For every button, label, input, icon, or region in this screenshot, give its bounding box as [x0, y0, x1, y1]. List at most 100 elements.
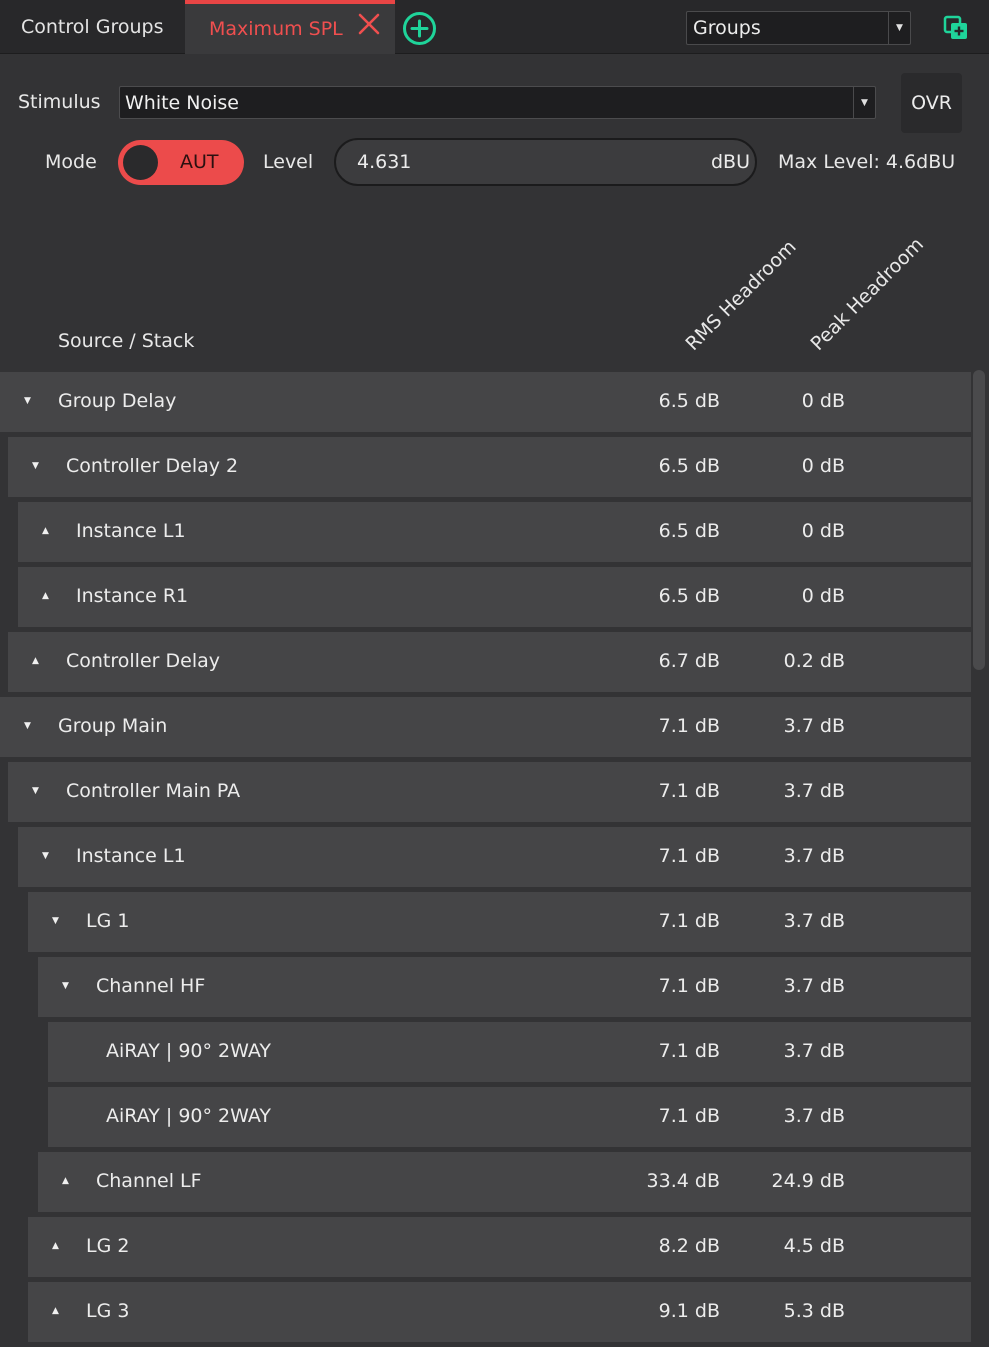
- rms-headroom-value: 7.1 dB: [658, 975, 720, 997]
- rms-headroom-value: 7.1 dB: [658, 715, 720, 737]
- chevron-down-icon: ▼: [853, 87, 875, 118]
- mode-toggle[interactable]: AUT: [118, 140, 244, 185]
- row-name: LG 1: [86, 910, 130, 932]
- ovr-button[interactable]: OVR: [901, 73, 962, 133]
- peak-headroom-value: 3.7 dB: [783, 975, 845, 997]
- collapse-arrow-icon[interactable]: ▼: [32, 461, 39, 471]
- rms-headroom-value: 33.4 dB: [646, 1170, 720, 1192]
- peak-headroom-value: 0 dB: [801, 390, 845, 412]
- rms-headroom-value: 6.5 dB: [658, 520, 720, 542]
- peak-headroom-value: 3.7 dB: [783, 780, 845, 802]
- tab-control-groups[interactable]: Control Groups: [0, 0, 185, 54]
- expand-arrow-icon[interactable]: ▲: [32, 656, 39, 666]
- row-name: Instance L1: [76, 845, 186, 867]
- tree-row[interactable]: ▲ LG 2 8.2 dB 4.5 dB: [28, 1217, 971, 1277]
- rms-headroom-value: 6.5 dB: [658, 585, 720, 607]
- rms-headroom-value: 6.5 dB: [658, 455, 720, 477]
- expand-arrow-icon[interactable]: ▲: [52, 1241, 59, 1251]
- tree-row[interactable]: ▼ Controller Delay 2 6.5 dB 0 dB: [8, 437, 971, 497]
- peak-headroom-value: 0 dB: [801, 520, 845, 542]
- expand-arrow-icon[interactable]: ▲: [42, 591, 49, 601]
- max-level-readout: Max Level: 4.6dBU: [778, 151, 956, 173]
- expand-arrow-icon[interactable]: ▲: [62, 1176, 69, 1186]
- tree-row[interactable]: ▲ Channel LF 33.4 dB 24.9 dB: [38, 1152, 971, 1212]
- row-name: Group Delay: [58, 390, 177, 412]
- peak-headroom-value: 5.3 dB: [783, 1300, 845, 1322]
- view-select-value: Groups: [693, 17, 761, 39]
- row-name: Controller Delay 2: [66, 455, 239, 477]
- collapse-arrow-icon[interactable]: ▼: [24, 396, 31, 406]
- tree-row[interactable]: ▲ Instance L1 6.5 dB 0 dB: [18, 502, 971, 562]
- row-name: LG 3: [86, 1300, 130, 1322]
- stimulus-select[interactable]: White Noise ▼: [119, 86, 876, 119]
- collapse-arrow-icon[interactable]: ▼: [32, 786, 39, 796]
- peak-headroom-value: 0 dB: [801, 585, 845, 607]
- rms-headroom-value: 6.5 dB: [658, 390, 720, 412]
- tree-row[interactable]: ▼ Group Main 7.1 dB 3.7 dB: [0, 697, 971, 757]
- collapse-arrow-icon[interactable]: ▼: [42, 851, 49, 861]
- level-label: Level: [263, 151, 314, 173]
- collapse-arrow-icon[interactable]: ▼: [24, 721, 31, 731]
- source-stack-header: Source / Stack: [58, 330, 195, 352]
- peak-headroom-value: 3.7 dB: [783, 910, 845, 932]
- collapse-arrow-icon[interactable]: ▼: [62, 981, 69, 991]
- close-icon[interactable]: [357, 12, 381, 36]
- tab-bar: Control Groups Maximum SPL Groups ▼: [0, 0, 989, 54]
- tree-row[interactable]: ▼ Channel HF 7.1 dB 3.7 dB: [38, 957, 971, 1017]
- view-select[interactable]: Groups ▼: [686, 11, 911, 45]
- peak-headroom-value: 0.2 dB: [783, 650, 845, 672]
- row-name: Instance L1: [76, 520, 186, 542]
- add-tab-icon[interactable]: [402, 11, 437, 46]
- rms-headroom-value: 8.2 dB: [658, 1235, 720, 1257]
- tree-row[interactable]: AiRAY | 90° 2WAY 7.1 dB 3.7 dB: [48, 1022, 971, 1082]
- rms-headroom-value: 7.1 dB: [658, 780, 720, 802]
- stimulus-value: White Noise: [125, 91, 239, 114]
- peak-headroom-header: Peak Headroom: [806, 233, 929, 355]
- tree-row[interactable]: ▲ Controller Delay 6.7 dB 0.2 dB: [8, 632, 971, 692]
- tree-row[interactable]: ▲ LG 3 9.1 dB 5.3 dB: [28, 1282, 971, 1342]
- peak-headroom-value: 4.5 dB: [783, 1235, 845, 1257]
- tree-row[interactable]: ▼ Controller Main PA 7.1 dB 3.7 dB: [8, 762, 971, 822]
- row-name: Instance R1: [76, 585, 189, 607]
- row-name: Controller Delay: [66, 650, 220, 672]
- row-name: Group Main: [58, 715, 168, 737]
- row-name: LG 2: [86, 1235, 130, 1257]
- tree-row[interactable]: ▼ Group Delay 6.5 dB 0 dB: [0, 372, 971, 432]
- scrollbar-thumb[interactable]: [973, 370, 985, 670]
- mode-value: AUT: [180, 151, 219, 173]
- tree-row[interactable]: ▼ LG 1 7.1 dB 3.7 dB: [28, 892, 971, 952]
- collapse-arrow-icon[interactable]: ▼: [52, 916, 59, 926]
- level-value: 4.631: [357, 151, 412, 173]
- peak-headroom-value: 0 dB: [801, 455, 845, 477]
- rms-headroom-value: 7.1 dB: [658, 910, 720, 932]
- row-name: Channel LF: [96, 1170, 202, 1192]
- tree-row[interactable]: ▲ Instance R1 6.5 dB 0 dB: [18, 567, 971, 627]
- rms-headroom-value: 7.1 dB: [658, 845, 720, 867]
- tree-row[interactable]: ▼ Instance L1 7.1 dB 3.7 dB: [18, 827, 971, 887]
- peak-headroom-value: 24.9 dB: [771, 1170, 845, 1192]
- copy-add-icon[interactable]: [942, 14, 970, 42]
- chevron-down-icon: ▼: [888, 12, 910, 44]
- row-name: AiRAY | 90° 2WAY: [106, 1105, 271, 1127]
- rms-headroom-value: 7.1 dB: [658, 1040, 720, 1062]
- rms-headroom-value: 6.7 dB: [658, 650, 720, 672]
- toggle-knob: [123, 145, 158, 180]
- mode-label: Mode: [45, 151, 97, 173]
- row-name: AiRAY | 90° 2WAY: [106, 1040, 271, 1062]
- expand-arrow-icon[interactable]: ▲: [52, 1306, 59, 1316]
- rms-headroom-value: 7.1 dB: [658, 1105, 720, 1127]
- level-input[interactable]: 4.631 dBU: [334, 138, 757, 186]
- level-unit: dBU: [710, 151, 750, 173]
- tree-row[interactable]: AiRAY | 90° 2WAY 7.1 dB 3.7 dB: [48, 1087, 971, 1147]
- tab-maximum-spl-label: Maximum SPL: [209, 18, 343, 40]
- row-name: Controller Main PA: [66, 780, 241, 802]
- rms-headroom-header: RMS Headroom: [681, 235, 801, 355]
- row-name: Channel HF: [96, 975, 206, 997]
- peak-headroom-value: 3.7 dB: [783, 845, 845, 867]
- peak-headroom-value: 3.7 dB: [783, 1040, 845, 1062]
- peak-headroom-value: 3.7 dB: [783, 715, 845, 737]
- expand-arrow-icon[interactable]: ▲: [42, 526, 49, 536]
- stimulus-label: Stimulus: [18, 91, 101, 113]
- rms-headroom-value: 9.1 dB: [658, 1300, 720, 1322]
- peak-headroom-value: 3.7 dB: [783, 1105, 845, 1127]
